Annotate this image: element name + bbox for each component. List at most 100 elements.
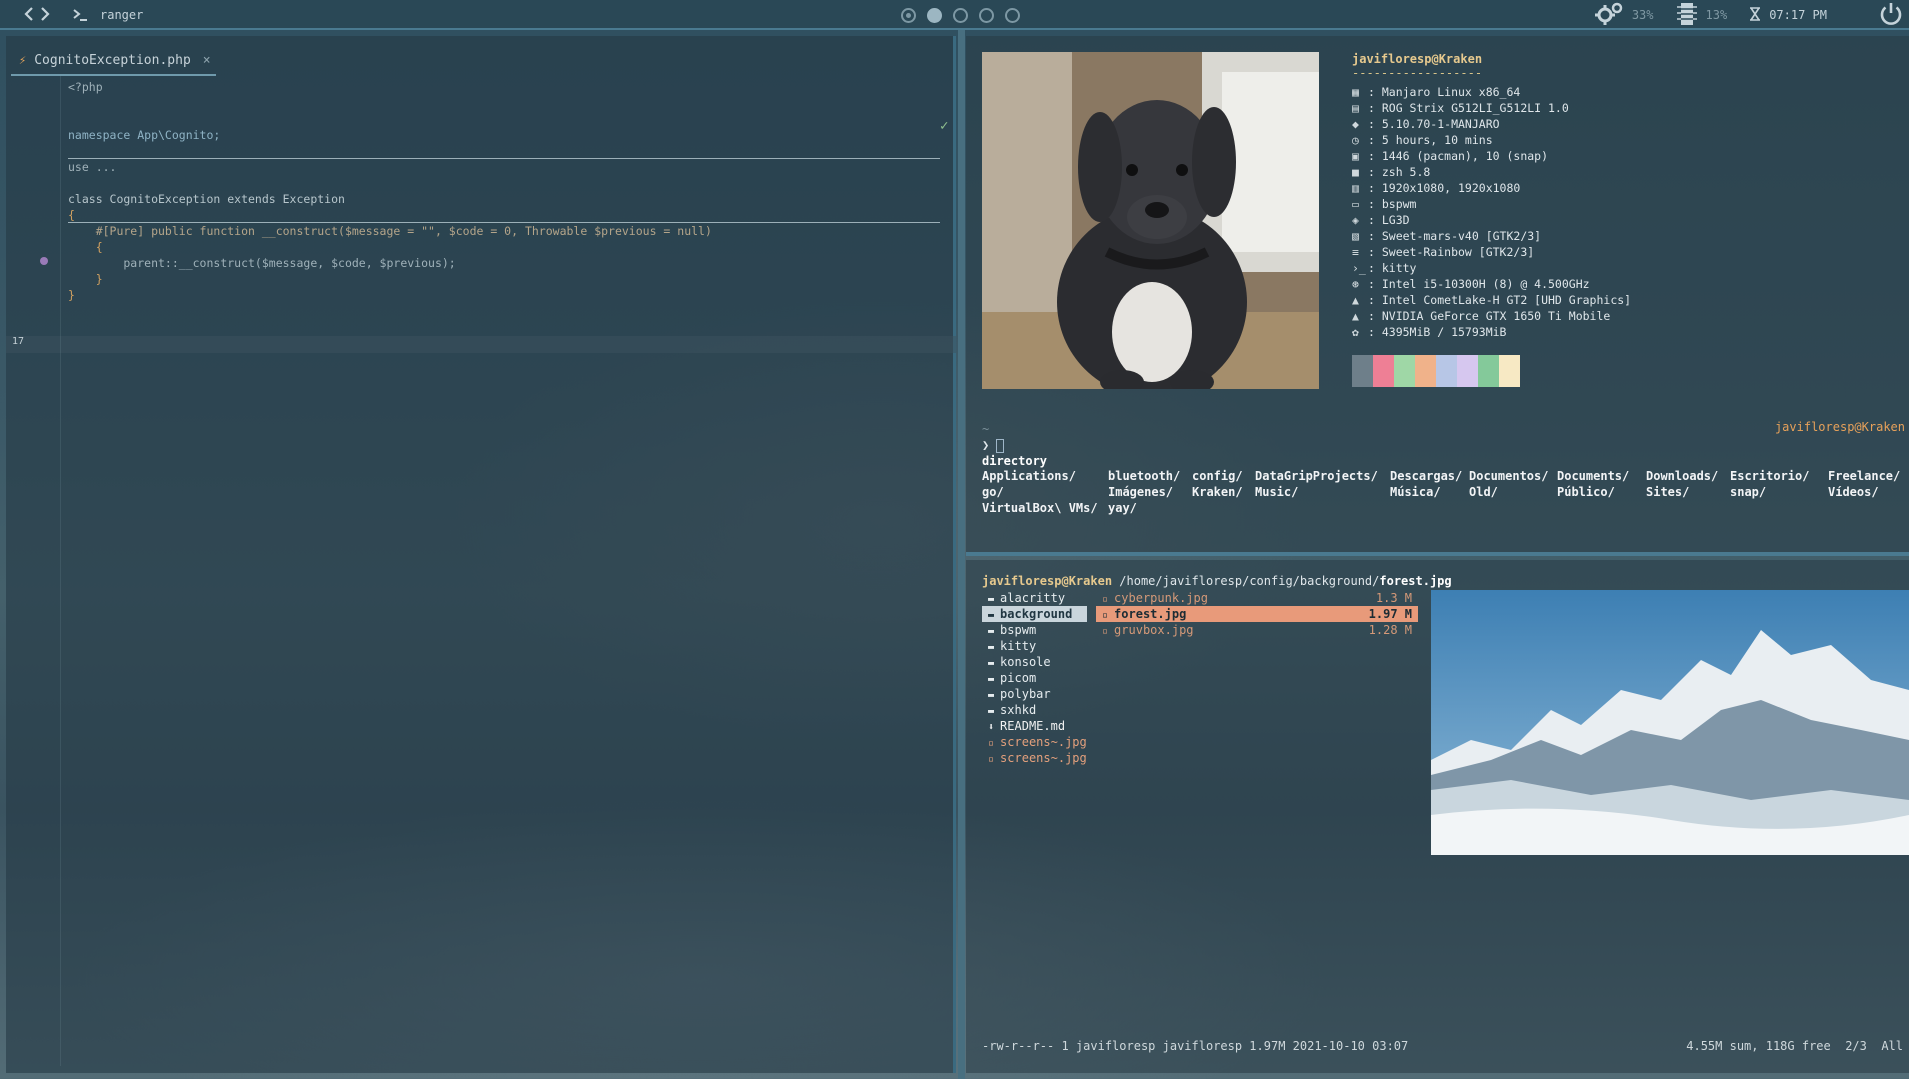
directory-entry[interactable]: Música/ — [1390, 484, 1441, 500]
folder-item[interactable]: ▬ background — [982, 606, 1087, 622]
power-icon[interactable] — [1877, 0, 1905, 31]
palette-swatch — [1478, 355, 1499, 387]
code-line[interactable]: 3 — [6, 112, 956, 128]
prompt-line[interactable]: ❯ — [982, 437, 1047, 453]
display-icon: ▥ — [1352, 181, 1359, 195]
file-item[interactable]: ▫ cyberpunk.jpg 1.3 M — [1096, 590, 1418, 606]
directory-entry[interactable]: Freelance/ — [1828, 468, 1900, 484]
dog-photo — [982, 52, 1319, 389]
folder-item[interactable]: ▬ konsole — [982, 654, 1087, 670]
memory-percent: 13% — [1705, 8, 1728, 22]
current-line-number: 17 — [12, 336, 25, 347]
file-item[interactable]: ▫ forest.jpg 1.97 M — [1096, 606, 1418, 622]
current-directory-column[interactable]: ▫ cyberpunk.jpg 1.3 M ▫ forest.jpg 1.97 M ▫ … — [1096, 590, 1418, 638]
image-file-icon: ▫ — [1102, 594, 1115, 605]
tab-cognito-exception[interactable]: ⚡ CognitoException.php × — [11, 46, 216, 76]
package-icon: ▣ — [1352, 149, 1359, 163]
directory-entry[interactable]: yay/ — [1108, 500, 1137, 516]
file-item[interactable]: ▫ gruvbox.jpg 1.28 M — [1096, 622, 1418, 638]
ranger-file-manager[interactable]: javifloresp@Kraken /home/javifloresp/con… — [966, 560, 1909, 1073]
file-item[interactable]: ⬇ README.md — [982, 718, 1087, 734]
folder-item[interactable]: ▬ picom — [982, 670, 1087, 686]
directory-row: Applications/bluetooth/config/DataGripPr… — [982, 468, 1909, 484]
code-brackets-icon[interactable] — [24, 6, 50, 25]
info-shell: ■: zsh 5.8 — [1352, 165, 1431, 179]
pane-divider[interactable] — [958, 30, 965, 1079]
item-name: background — [1000, 607, 1073, 621]
directory-entry[interactable]: Kraken/ — [1192, 484, 1243, 500]
parent-directory-column[interactable]: ▬ alacritty ▬ background ▬ bspwm ▬ kitty ▬ k… — [982, 590, 1087, 766]
terminal-output[interactable]: ~ ❯ directory — [982, 421, 1047, 469]
code-editor-pane[interactable]: ⚡ CognitoException.php × ✓ 1<?php234name… — [6, 36, 956, 1073]
code-text: { — [68, 208, 75, 222]
code-line[interactable]: 2 — [6, 96, 956, 112]
code-text: parent::__construct($message, $code, $pr… — [68, 256, 456, 270]
directory-entry[interactable]: Vídeos/ — [1828, 484, 1879, 500]
folder-item[interactable]: ▬ alacritty — [982, 590, 1087, 606]
workspace-4[interactable] — [979, 7, 994, 23]
file-name: gruvbox.jpg — [1114, 623, 1194, 637]
file-item[interactable]: ▫ screens~.jpg — [982, 750, 1087, 766]
workspace-5[interactable] — [1005, 7, 1020, 23]
folder-icon: ▬ — [988, 674, 1001, 685]
directory-entry[interactable]: Documentos/ — [1469, 468, 1548, 484]
folder-item[interactable]: ▬ kitty — [982, 638, 1087, 654]
code-text: { — [68, 240, 103, 254]
ranger-user: javifloresp@Kraken — [982, 574, 1113, 588]
directory-entry[interactable]: Music/ — [1255, 484, 1298, 500]
folder-icon: ▬ — [988, 610, 1001, 621]
desktop-icon: ◈ — [1352, 213, 1359, 227]
directory-entry[interactable]: VirtualBox\ VMs/ — [982, 500, 1098, 516]
folder-item[interactable]: ▬ bspwm — [982, 622, 1087, 638]
folder-icon: ▬ — [988, 658, 1001, 669]
window-icon: ▭ — [1352, 197, 1359, 211]
code-line[interactable]: 10 #[Pure] public function __construct($… — [6, 224, 956, 240]
workspace-3[interactable] — [953, 7, 968, 23]
code-line[interactable]: 8class CognitoException extends Exceptio… — [6, 192, 956, 208]
code-line[interactable]: 11 { — [6, 240, 956, 256]
code-line[interactable]: 14} — [6, 288, 956, 304]
code-line[interactable]: 4namespace App\Cognito; — [6, 128, 956, 144]
ranger-status-left: -rw-r--r-- 1 javifloresp javifloresp 1.9… — [982, 1039, 1409, 1053]
ranger-path: /home/javifloresp/config/background/ — [1119, 574, 1380, 588]
directory-entry[interactable]: Imágenes/ — [1108, 484, 1173, 500]
directory-entry[interactable]: go/ — [982, 484, 1004, 500]
folder-item[interactable]: ▬ sxhkd — [982, 702, 1087, 718]
workspace-1[interactable] — [901, 7, 916, 23]
directory-entry[interactable]: Sites/ — [1646, 484, 1689, 500]
directory-entry[interactable]: config/ — [1192, 468, 1243, 484]
folder-icon: ▬ — [988, 594, 1001, 605]
directory-entry[interactable]: Público/ — [1557, 484, 1615, 500]
directory-entry[interactable]: Descargas/ — [1390, 468, 1462, 484]
directory-entry[interactable]: Documents/ — [1557, 468, 1629, 484]
directory-entry[interactable]: DataGripProjects/ — [1255, 468, 1378, 484]
directory-entry[interactable]: Old/ — [1469, 484, 1498, 500]
directory-entry[interactable]: Applications/ — [982, 468, 1076, 484]
ranger-file: forest.jpg — [1379, 574, 1452, 588]
info-uptime: ◷: 5 hours, 10 mins — [1352, 133, 1493, 147]
code-line[interactable]: 13 } — [6, 272, 956, 288]
file-size: 1.28 M — [1368, 623, 1412, 637]
code-line[interactable]: 12 parent::__construct($message, $code, … — [6, 256, 956, 272]
folder-icon: ▬ — [988, 642, 1001, 653]
directory-entry[interactable]: bluetooth/ — [1108, 468, 1180, 484]
memory-icon: ✿ — [1352, 325, 1359, 339]
tab-close-icon[interactable]: × — [203, 53, 211, 68]
gear-icon[interactable] — [1594, 1, 1624, 30]
gpu-icon: ▲ — [1352, 309, 1359, 323]
directory-entry[interactable]: snap/ — [1730, 484, 1766, 500]
code-line[interactable]: 7 — [6, 176, 956, 192]
info-kernel: ◆: 5.10.70-1-MANJARO — [1352, 117, 1500, 131]
cpu-icon: ⊛ — [1352, 277, 1359, 291]
file-item[interactable]: ▫ screens~.jpg — [982, 734, 1087, 750]
directory-entry[interactable]: Downloads/ — [1646, 468, 1718, 484]
terminal-fetch-pane[interactable]: javifloresp@Kraken ------------------ ▦:… — [966, 36, 1909, 556]
clock: 07:17 PM — [1769, 8, 1827, 22]
kernel-icon: ◆ — [1352, 117, 1359, 131]
folder-item[interactable]: ▬ polybar — [982, 686, 1087, 702]
info-terminal: ›_: kitty — [1352, 261, 1417, 275]
code-line[interactable]: 1<?php — [6, 80, 956, 96]
workspace-2[interactable] — [927, 7, 942, 23]
code-line[interactable]: 6use ... — [6, 160, 956, 176]
directory-entry[interactable]: Escritorio/ — [1730, 468, 1809, 484]
